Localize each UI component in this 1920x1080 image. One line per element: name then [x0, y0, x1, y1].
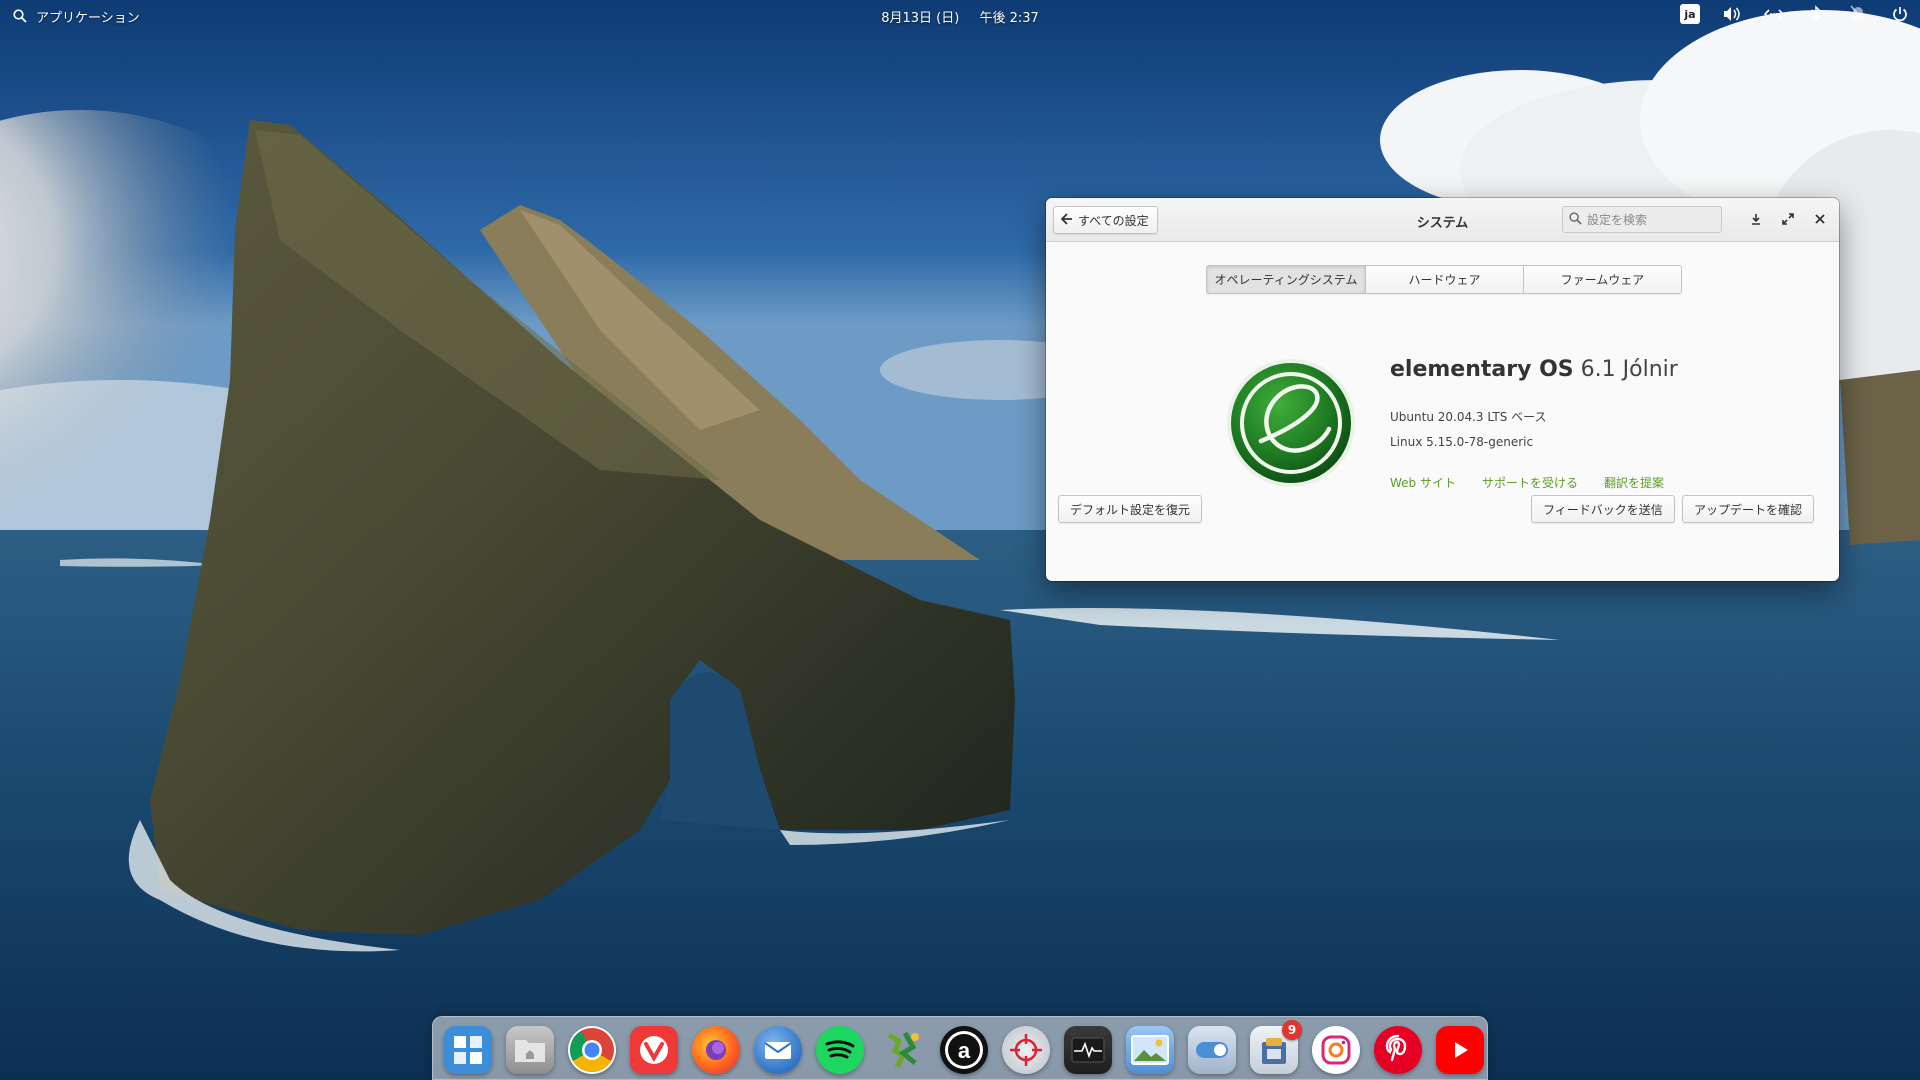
- os-name: elementary OS: [1390, 357, 1574, 382]
- vivaldi-icon[interactable]: [630, 1026, 678, 1074]
- screenshot-icon[interactable]: [1002, 1026, 1050, 1074]
- os-version: 6.1 Jólnir: [1580, 357, 1678, 382]
- svg-text:a: a: [958, 1038, 971, 1063]
- bluetooth-icon[interactable]: [1806, 4, 1826, 24]
- panel-date[interactable]: 8月13日 (日): [881, 11, 959, 26]
- system-monitor-icon[interactable]: [1064, 1026, 1112, 1074]
- chrome-icon[interactable]: [568, 1026, 616, 1074]
- search-icon: [10, 6, 30, 26]
- network-icon[interactable]: [1764, 4, 1784, 24]
- mahjong-icon[interactable]: [878, 1026, 926, 1074]
- tab-firmware[interactable]: ファームウェア: [1523, 266, 1681, 293]
- os-links: Web サイト サポートを受ける 翻訳を提案: [1390, 474, 1664, 491]
- website-link[interactable]: Web サイト: [1390, 474, 1456, 491]
- tab-operating-system[interactable]: オペレーティングシステム: [1207, 266, 1365, 293]
- firefox-icon[interactable]: [692, 1026, 740, 1074]
- elementary-logo-icon: [1225, 357, 1357, 489]
- close-icon[interactable]: [1811, 210, 1829, 228]
- top-panel: アプリケーション 8月13日 (日) 午後 2:37 ja: [0, 0, 1920, 30]
- get-support-link[interactable]: サポートを受ける: [1482, 474, 1578, 491]
- youtube-icon[interactable]: [1436, 1026, 1484, 1074]
- search-input[interactable]: [1587, 212, 1715, 227]
- settings-search[interactable]: [1562, 206, 1722, 233]
- pinterest-icon[interactable]: [1374, 1026, 1422, 1074]
- restore-defaults-button[interactable]: デフォルト設定を復元: [1058, 495, 1203, 523]
- notifications-icon[interactable]: [1848, 4, 1868, 24]
- send-feedback-button[interactable]: フィードバックを送信: [1531, 495, 1675, 523]
- system-settings-window: すべての設定 システム オペレーティングシステム ハードウェア ファームウェア: [1046, 198, 1839, 581]
- os-base-text: Ubuntu 20.04.3 LTS ベース: [1390, 410, 1547, 424]
- photos-icon[interactable]: [1126, 1026, 1174, 1074]
- applications-menu[interactable]: アプリケーション: [10, 6, 140, 26]
- all-settings-button[interactable]: すべての設定: [1053, 206, 1158, 234]
- power-icon[interactable]: [1890, 4, 1910, 24]
- arrow-left-icon: [1060, 212, 1073, 228]
- os-name-title: elementary OS 6.1 Jólnir: [1390, 357, 1678, 382]
- appcenter-badge: 9: [1282, 1020, 1302, 1040]
- instagram-icon[interactable]: [1312, 1026, 1360, 1074]
- panel-time[interactable]: 午後 2:37: [979, 11, 1038, 26]
- kernel-version-text: Linux 5.15.0-78-generic: [1390, 435, 1534, 449]
- all-settings-label: すべての設定: [1078, 213, 1149, 228]
- system-tabs: オペレーティングシステム ハードウェア ファームウェア: [1206, 265, 1682, 294]
- datetime-indicator: 8月13日 (日) 午後 2:37: [0, 7, 1920, 26]
- amazon-icon[interactable]: a: [940, 1026, 988, 1074]
- volume-icon[interactable]: [1722, 4, 1742, 24]
- files-icon[interactable]: [506, 1026, 554, 1074]
- appcenter-icon[interactable]: 9: [1250, 1020, 1302, 1074]
- applications-label: アプリケーション: [36, 10, 140, 26]
- multitasking-view-icon[interactable]: [444, 1026, 492, 1074]
- suggest-translation-link[interactable]: 翻訳を提案: [1604, 474, 1664, 491]
- check-updates-button[interactable]: アップデートを確認: [1682, 495, 1815, 523]
- dock: a 9: [432, 1016, 1488, 1080]
- thunderbird-icon[interactable]: [754, 1026, 802, 1074]
- search-icon: [1569, 210, 1582, 229]
- settings-icon[interactable]: [1188, 1026, 1236, 1074]
- spotify-icon[interactable]: [816, 1026, 864, 1074]
- keyboard-layout-indicator[interactable]: ja: [1680, 4, 1700, 24]
- download-icon[interactable]: [1747, 210, 1765, 228]
- maximize-icon[interactable]: [1779, 210, 1797, 228]
- tab-hardware[interactable]: ハードウェア: [1365, 266, 1523, 293]
- window-titlebar[interactable]: すべての設定 システム: [1046, 198, 1839, 242]
